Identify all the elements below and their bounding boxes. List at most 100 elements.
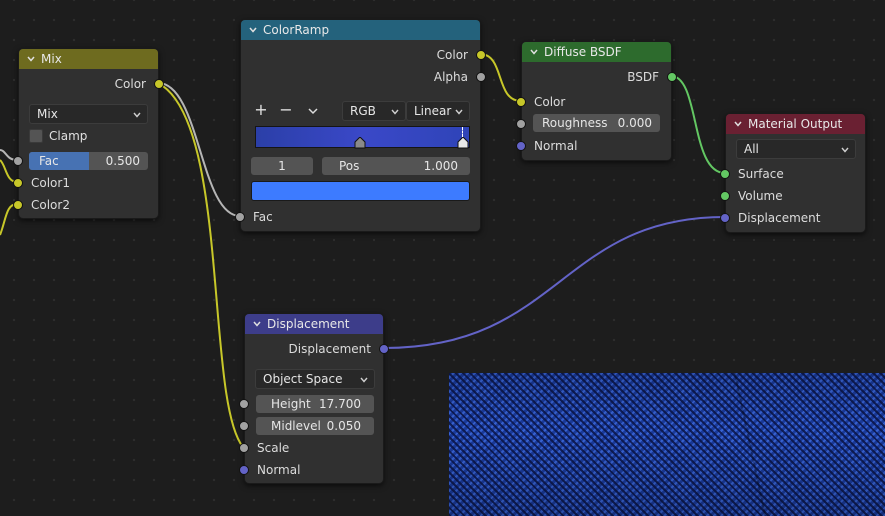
colorramp-active-index-value: 1 bbox=[278, 159, 286, 173]
colorramp-gradient-bar[interactable] bbox=[255, 126, 470, 149]
material-output-volume-row: Volume bbox=[726, 185, 865, 207]
diffuse-input-color-label: Color bbox=[534, 95, 566, 109]
material-output-volume-socket[interactable] bbox=[720, 191, 730, 201]
colorramp-stop-marker[interactable] bbox=[354, 136, 366, 152]
displacement-input-normal-label: Normal bbox=[257, 463, 301, 477]
diffuse-output-bsdf-row: BSDF bbox=[522, 66, 671, 88]
material-output-displacement-row: Displacement bbox=[726, 207, 865, 229]
colorramp-menu-button[interactable] bbox=[307, 105, 319, 120]
material-output-surface-row: Surface bbox=[726, 163, 865, 185]
colorramp-pos-label: Pos bbox=[339, 159, 360, 173]
colorramp-stop-marker-active[interactable] bbox=[457, 136, 469, 152]
diffuse-input-normal-row: Normal bbox=[522, 135, 671, 157]
displacement-input-scale-socket[interactable] bbox=[239, 443, 249, 453]
chevron-down-icon bbox=[132, 109, 142, 123]
link-mix-to-displacement-scale[interactable] bbox=[157, 82, 244, 448]
viewport-preview[interactable] bbox=[449, 373, 885, 516]
colorramp-add-button[interactable]: + bbox=[253, 101, 269, 119]
node-editor-canvas[interactable]: Mix Color Mix Clamp Fac 0.500 Color1 Col… bbox=[0, 0, 885, 516]
material-output-surface-socket[interactable] bbox=[720, 169, 730, 179]
diffuse-input-normal-label: Normal bbox=[534, 139, 578, 153]
link-displacement-to-output[interactable] bbox=[383, 216, 726, 349]
diffuse-input-color-socket[interactable] bbox=[516, 97, 526, 107]
chevron-down-icon[interactable] bbox=[528, 46, 540, 58]
link-colorramp-to-diffuse[interactable] bbox=[479, 53, 522, 102]
displacement-midlevel-field[interactable]: Midlevel 0.050 bbox=[256, 417, 374, 435]
colorramp-node[interactable]: ColorRamp Color Alpha + − RGB Linear 1 P… bbox=[235, 19, 486, 232]
material-output-node[interactable]: Material Output All Surface Volume Displ… bbox=[720, 113, 866, 233]
mix-input-fac-socket[interactable] bbox=[13, 156, 23, 166]
mix-clamp-checkbox[interactable]: Clamp bbox=[29, 127, 87, 145]
chevron-down-icon[interactable] bbox=[25, 53, 37, 65]
colorramp-pos-value: 1.000 bbox=[423, 159, 458, 173]
chevron-down-icon[interactable] bbox=[247, 24, 259, 36]
mix-clamp-label: Clamp bbox=[49, 129, 88, 143]
colorramp-output-alpha-socket[interactable] bbox=[476, 72, 486, 82]
colorramp-color-mode-select[interactable]: RGB bbox=[342, 101, 406, 121]
displacement-input-normal-socket[interactable] bbox=[239, 465, 249, 475]
colorramp-remove-button[interactable]: − bbox=[278, 101, 294, 119]
chevron-down-icon bbox=[454, 106, 464, 120]
diffuse-bsdf-node-header[interactable]: Diffuse BSDF bbox=[522, 42, 671, 62]
displacement-node-header[interactable]: Displacement bbox=[245, 314, 383, 334]
diffuse-input-roughness-socket[interactable] bbox=[516, 119, 526, 129]
material-output-target-select[interactable]: All bbox=[736, 139, 856, 159]
viewport-shading bbox=[449, 373, 885, 516]
diffuse-input-normal-socket[interactable] bbox=[516, 141, 526, 151]
colorramp-output-color-row: Color bbox=[241, 44, 480, 66]
colorramp-input-fac-socket[interactable] bbox=[235, 212, 245, 222]
mix-node-title: Mix bbox=[41, 52, 62, 66]
mix-blend-mode-select[interactable]: Mix bbox=[29, 104, 148, 124]
mix-input-color2-socket[interactable] bbox=[13, 200, 23, 210]
mix-input-color1-row: Color1 bbox=[19, 172, 158, 194]
mix-output-color-socket[interactable] bbox=[154, 79, 164, 89]
mix-input-color1-socket[interactable] bbox=[13, 178, 23, 188]
diffuse-output-bsdf-label: BSDF bbox=[627, 70, 659, 84]
colorramp-node-header[interactable]: ColorRamp bbox=[241, 20, 480, 40]
displacement-node[interactable]: Displacement Displacement Object Space H… bbox=[239, 313, 389, 484]
material-output-node-header[interactable]: Material Output bbox=[726, 114, 865, 134]
displacement-input-scale-row: Scale bbox=[245, 437, 383, 459]
material-output-displacement-socket[interactable] bbox=[720, 213, 730, 223]
mix-input-color1-label: Color1 bbox=[31, 176, 70, 190]
mix-node[interactable]: Mix Color Mix Clamp Fac 0.500 Color1 Col… bbox=[13, 48, 164, 219]
displacement-output-socket[interactable] bbox=[379, 344, 389, 354]
colorramp-active-index-field[interactable]: 1 bbox=[251, 157, 313, 175]
displacement-midlevel-label: Midlevel bbox=[271, 419, 321, 433]
chevron-down-icon[interactable] bbox=[732, 118, 744, 130]
chevron-down-icon[interactable] bbox=[251, 318, 263, 330]
colorramp-output-alpha-row: Alpha bbox=[241, 66, 480, 88]
mix-output-color-row: Color bbox=[19, 73, 158, 95]
diffuse-output-bsdf-socket[interactable] bbox=[667, 72, 677, 82]
mix-output-color-label: Color bbox=[114, 77, 146, 91]
diffuse-roughness-field[interactable]: Roughness 0.000 bbox=[533, 114, 660, 132]
mix-node-header[interactable]: Mix bbox=[19, 49, 158, 69]
displacement-input-height-socket[interactable] bbox=[239, 399, 249, 409]
mix-fac-slider[interactable]: Fac 0.500 bbox=[29, 152, 148, 170]
displacement-space-select[interactable]: Object Space bbox=[255, 369, 375, 389]
colorramp-interpolation-value: Linear bbox=[414, 104, 452, 118]
mix-fac-label: Fac bbox=[39, 154, 59, 168]
mix-fac-value: 0.500 bbox=[105, 154, 140, 168]
displacement-input-midlevel-socket[interactable] bbox=[239, 421, 249, 431]
colorramp-color-mode-value: RGB bbox=[350, 104, 376, 118]
displacement-input-normal-row: Normal bbox=[245, 459, 383, 481]
link-mix-to-colorramp[interactable] bbox=[157, 82, 241, 217]
mix-blend-mode-value: Mix bbox=[37, 107, 58, 121]
checkbox-icon[interactable] bbox=[29, 129, 43, 143]
link-diffuse-to-output[interactable] bbox=[670, 75, 726, 174]
chevron-down-icon bbox=[390, 106, 400, 120]
displacement-midlevel-value: 0.050 bbox=[326, 419, 361, 433]
colorramp-interpolation-select[interactable]: Linear bbox=[406, 101, 470, 121]
colorramp-pos-field[interactable]: Pos 1.000 bbox=[322, 157, 470, 175]
colorramp-output-color-socket[interactable] bbox=[476, 50, 486, 60]
diffuse-bsdf-node[interactable]: Diffuse BSDF BSDF Color Roughness 0.000 … bbox=[516, 41, 677, 161]
chevron-down-icon bbox=[307, 106, 319, 120]
colorramp-color-swatch[interactable] bbox=[251, 181, 470, 201]
colorramp-input-fac-row: Fac bbox=[241, 206, 480, 228]
colorramp-output-alpha-label: Alpha bbox=[433, 70, 468, 84]
displacement-height-field[interactable]: Height 17.700 bbox=[256, 395, 374, 413]
material-output-displacement-label: Displacement bbox=[738, 211, 821, 225]
displacement-node-title: Displacement bbox=[267, 317, 350, 331]
chevron-down-icon bbox=[840, 144, 850, 158]
